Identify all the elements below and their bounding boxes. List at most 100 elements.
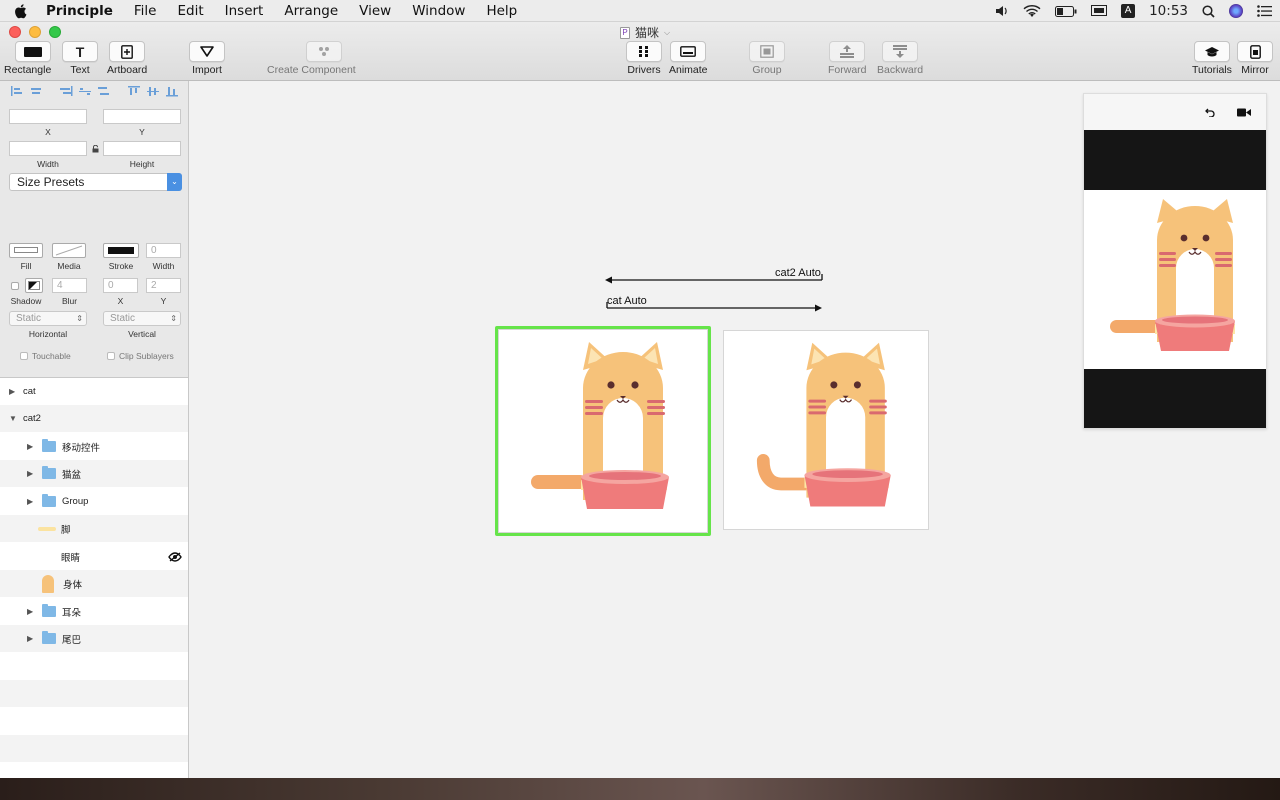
- fullscreen-window-button[interactable]: [49, 26, 61, 38]
- shadow-checkbox[interactable]: [11, 282, 19, 290]
- tutorials-button[interactable]: [1193, 41, 1230, 62]
- blur-label: Blur: [61, 296, 78, 306]
- disclosure-right-icon[interactable]: ▶: [27, 469, 37, 478]
- stroke-width-field[interactable]: 0: [146, 243, 181, 258]
- layer-row-cat[interactable]: ▶ cat: [0, 378, 188, 405]
- create-component-tool[interactable]: Create Component: [267, 41, 356, 76]
- preview-window[interactable]: [1083, 93, 1267, 429]
- menu-edit[interactable]: Edit: [177, 3, 203, 19]
- height-field[interactable]: [103, 141, 181, 156]
- menu-window[interactable]: Window: [412, 3, 465, 19]
- horizontal-scroll-select[interactable]: Static ⇕: [9, 311, 87, 326]
- mirror-tool[interactable]: Mirror: [1237, 41, 1273, 76]
- mirror-label: Mirror: [1241, 64, 1269, 76]
- align-bottom-icon[interactable]: [165, 85, 179, 97]
- layer-row-shape[interactable]: 身体: [0, 570, 188, 597]
- notification-center-icon[interactable]: [1257, 5, 1272, 17]
- group-button[interactable]: [749, 41, 785, 62]
- menu-insert[interactable]: Insert: [225, 3, 264, 19]
- document-title[interactable]: P 猫咪 ⌵: [620, 24, 670, 41]
- spotlight-search-icon[interactable]: [1202, 4, 1215, 18]
- minimize-window-button[interactable]: [29, 26, 41, 38]
- layer-row-group[interactable]: ▶ 移动控件: [0, 433, 188, 460]
- y-position-field[interactable]: [103, 109, 181, 124]
- forward-tool[interactable]: Forward: [828, 41, 867, 76]
- fill-swatch[interactable]: [9, 243, 43, 258]
- group-tool[interactable]: Group: [749, 41, 785, 76]
- artboard-cat2[interactable]: [723, 330, 929, 530]
- cat2-transition-label[interactable]: cat2 Auto: [775, 267, 821, 279]
- disclosure-right-icon[interactable]: ▶: [27, 442, 37, 451]
- layer-row-group[interactable]: ▶ 耳朵: [0, 598, 188, 625]
- disclosure-right-icon[interactable]: ▶: [27, 607, 37, 616]
- shadow-y-field[interactable]: 2: [146, 278, 181, 293]
- create-component-button[interactable]: [306, 41, 343, 62]
- close-window-button[interactable]: [9, 26, 21, 38]
- touchable-label: Touchable: [32, 351, 71, 361]
- align-top-icon[interactable]: [127, 85, 141, 97]
- blur-field[interactable]: 4: [52, 278, 87, 293]
- vertical-scroll-select[interactable]: Static ⇕: [103, 311, 181, 326]
- input-source-icon[interactable]: A: [1121, 4, 1136, 18]
- backward-tool[interactable]: Backward: [877, 41, 923, 76]
- disclosure-right-icon[interactable]: ▶: [9, 387, 19, 396]
- stroke-swatch[interactable]: [103, 243, 139, 258]
- forward-button[interactable]: [829, 41, 866, 62]
- media-swatch[interactable]: [52, 243, 86, 258]
- drivers-button[interactable]: [626, 41, 662, 62]
- text-button[interactable]: T: [62, 41, 98, 62]
- drivers-tool[interactable]: Drivers: [626, 41, 662, 76]
- layer-row-group[interactable]: ▶ 尾巴: [0, 625, 188, 652]
- disclosure-down-icon[interactable]: ▼: [9, 414, 19, 423]
- apple-icon[interactable]: [14, 3, 28, 19]
- menu-file[interactable]: File: [134, 3, 157, 19]
- cat-transition-label[interactable]: cat Auto: [607, 295, 647, 307]
- shadow-x-field[interactable]: 0: [103, 278, 138, 293]
- animate-tool[interactable]: Animate: [669, 41, 708, 76]
- layer-row-cat2[interactable]: ▼ cat2: [0, 405, 188, 432]
- distribute-horizontal-icon[interactable]: [78, 85, 92, 97]
- distribute-vertical-icon[interactable]: [97, 85, 111, 97]
- width-field[interactable]: [9, 141, 87, 156]
- menu-arrange[interactable]: Arrange: [284, 3, 338, 19]
- layer-row-hidden[interactable]: 眼睛: [0, 543, 188, 570]
- import-tool[interactable]: Import: [189, 41, 225, 76]
- clip-sublayers-checkbox[interactable]: Clip Sublayers: [107, 351, 174, 361]
- menu-principle[interactable]: Principle: [46, 3, 113, 19]
- x-position-field[interactable]: [9, 109, 87, 124]
- menu-view[interactable]: View: [359, 3, 391, 19]
- battery-icon[interactable]: [1055, 5, 1077, 17]
- align-right-icon[interactable]: [59, 85, 73, 97]
- rectangle-button[interactable]: [14, 41, 51, 62]
- layer-row-shape[interactable]: 脚: [0, 515, 188, 542]
- rectangle-tool[interactable]: Rectangle: [4, 41, 51, 76]
- volume-icon[interactable]: [995, 5, 1009, 17]
- layer-row-group[interactable]: ▶ 猫盆: [0, 460, 188, 487]
- lock-aspect-icon[interactable]: [92, 145, 99, 153]
- clock[interactable]: 10:53: [1149, 3, 1188, 19]
- layer-row-group[interactable]: ▶ Group: [0, 488, 188, 515]
- undo-icon[interactable]: [1205, 108, 1215, 117]
- disclosure-right-icon[interactable]: ▶: [27, 634, 37, 643]
- record-video-icon[interactable]: [1237, 108, 1251, 117]
- import-button[interactable]: [189, 41, 225, 62]
- animate-button[interactable]: [670, 41, 707, 62]
- touchable-checkbox[interactable]: Touchable: [20, 351, 71, 361]
- size-presets-select[interactable]: Size Presets ⌄: [9, 173, 182, 191]
- artboard-tool[interactable]: Artboard: [107, 41, 147, 76]
- display-icon[interactable]: [1091, 5, 1108, 17]
- artboard-button[interactable]: [109, 41, 146, 62]
- backward-button[interactable]: [882, 41, 919, 62]
- hidden-eye-icon[interactable]: [168, 551, 182, 562]
- align-center-horizontal-icon[interactable]: [29, 85, 43, 97]
- disclosure-right-icon[interactable]: ▶: [27, 497, 37, 506]
- shadow-color-swatch[interactable]: [25, 278, 43, 293]
- tutorials-tool[interactable]: Tutorials: [1192, 41, 1232, 76]
- text-tool[interactable]: T Text: [62, 41, 98, 76]
- wifi-icon[interactable]: [1023, 4, 1041, 18]
- align-middle-icon[interactable]: [146, 85, 160, 97]
- siri-icon[interactable]: [1229, 4, 1243, 18]
- menu-help[interactable]: Help: [486, 3, 517, 19]
- align-left-icon[interactable]: [10, 85, 24, 97]
- mirror-button[interactable]: [1237, 41, 1273, 62]
